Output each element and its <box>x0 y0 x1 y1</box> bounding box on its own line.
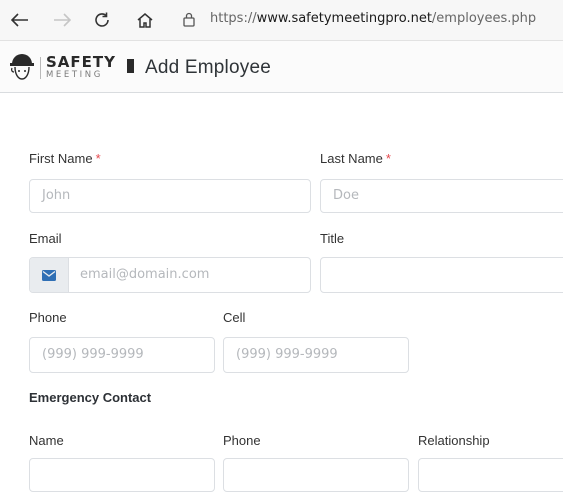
emergency-phone-input[interactable] <box>223 458 409 492</box>
emergency-name-input[interactable] <box>29 458 215 492</box>
url-host: www.safetymeetingpro.net <box>256 11 432 26</box>
forward-arrow-icon[interactable] <box>50 0 74 40</box>
last-name-label: Last Name * <box>320 151 391 166</box>
email-input-group[interactable]: email@domain.com <box>29 257 311 293</box>
lock-icon[interactable] <box>183 12 195 32</box>
logo-divider <box>40 57 41 79</box>
last-name-input[interactable]: Doe <box>320 179 563 213</box>
browser-toolbar: https://www.safetymeetingpro.net/employe… <box>0 0 563 41</box>
hardhat-logo-icon[interactable] <box>9 51 35 88</box>
emergency-name-label: Name <box>29 433 64 448</box>
phone-label: Phone <box>29 310 67 325</box>
emergency-relationship-label: Relationship <box>418 433 490 448</box>
home-icon[interactable] <box>133 0 157 40</box>
phone-input[interactable]: (999) 999-9999 <box>29 337 215 373</box>
cell-label: Cell <box>223 310 246 325</box>
logo-mark <box>127 59 134 73</box>
emergency-phone-label: Phone <box>223 433 261 448</box>
logo-text-top: SAFETY <box>46 53 116 71</box>
emergency-contact-heading: Emergency Contact <box>29 390 152 405</box>
email-label: Email <box>29 231 62 246</box>
app-header: SAFETY MEETING <box>0 41 563 93</box>
first-name-label: First Name * <box>29 151 101 166</box>
address-bar[interactable]: https://www.safetymeetingpro.net/employe… <box>210 11 536 26</box>
url-prefix: https:// <box>210 11 257 26</box>
title-label: Title <box>320 231 345 246</box>
logo-wordmark[interactable]: SAFETY MEETING <box>46 55 116 80</box>
url-path: /employees.php <box>431 11 537 26</box>
envelope-icon <box>30 258 69 292</box>
required-marker: * <box>95 151 101 166</box>
emergency-relationship-input[interactable] <box>418 458 563 492</box>
title-input[interactable] <box>320 257 563 293</box>
email-input[interactable]: email@domain.com <box>80 258 209 292</box>
first-name-input[interactable]: John <box>29 179 311 213</box>
page-title: Add Employee <box>145 57 271 78</box>
back-arrow-icon[interactable] <box>8 0 32 40</box>
cell-input[interactable]: (999) 999-9999 <box>223 337 409 373</box>
refresh-icon[interactable] <box>90 0 114 40</box>
required-marker: * <box>385 151 391 166</box>
logo-text-bottom: MEETING <box>46 70 103 80</box>
